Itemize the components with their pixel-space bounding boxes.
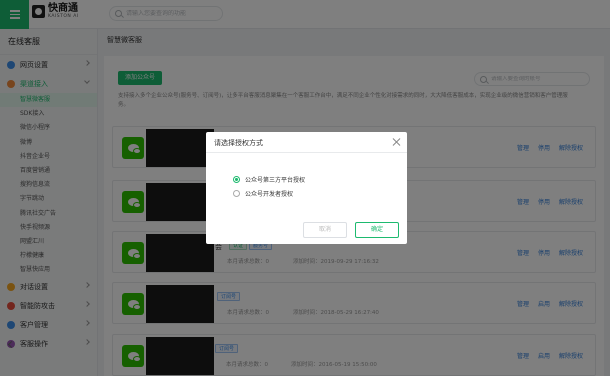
dialog-divider — [206, 152, 407, 153]
dialog-title: 请选择授权方式 — [214, 139, 263, 147]
close-icon[interactable] — [392, 138, 400, 146]
cancel-button[interactable]: 取消 — [303, 222, 347, 238]
radio-label: 公众号开发者授权 — [245, 191, 294, 198]
confirm-button[interactable]: 确定 — [355, 222, 399, 238]
radio-developer-auth[interactable]: 公众号开发者授权 — [233, 189, 293, 198]
radio-checked-icon — [233, 176, 240, 183]
radio-unchecked-icon — [233, 190, 240, 197]
auth-method-dialog: 请选择授权方式 公众号第三方平台授权 公众号开发者授权 取消 确定 — [206, 132, 407, 244]
radio-label: 公众号第三方平台授权 — [245, 177, 306, 184]
radio-third-party-auth[interactable]: 公众号第三方平台授权 — [233, 175, 305, 184]
